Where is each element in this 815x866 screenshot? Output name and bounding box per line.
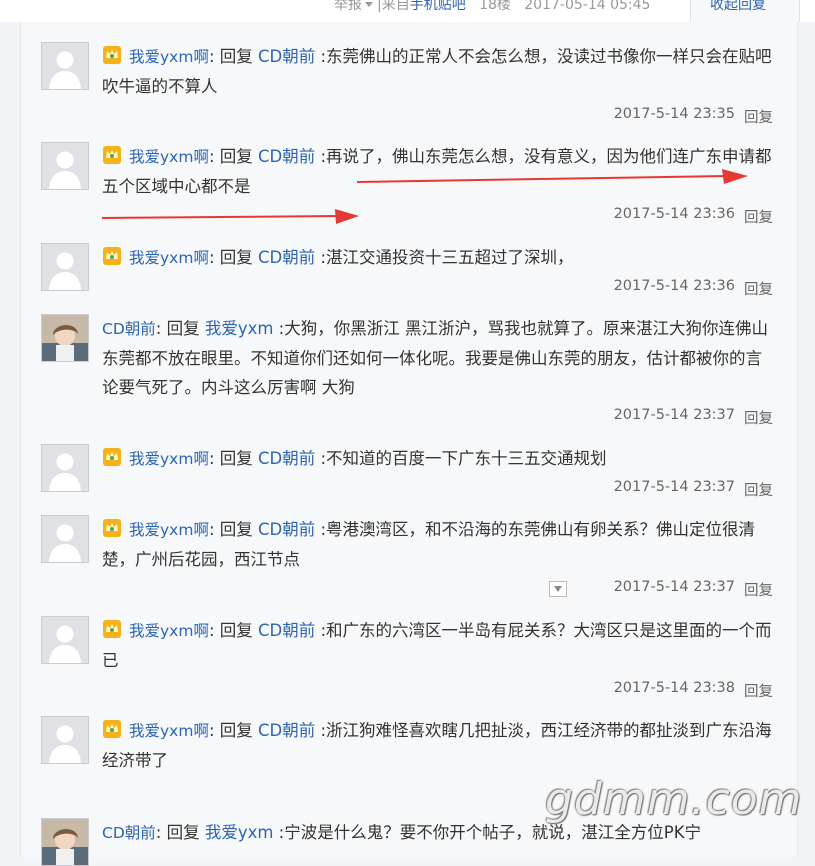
vip-crown-icon	[102, 246, 122, 266]
name-separator: :	[208, 147, 220, 166]
reply-time: 2017-5-14 23:35	[613, 106, 735, 122]
reply-time: 2017-5-14 23:37	[613, 479, 735, 495]
reply-target-username[interactable]: CD朝前	[258, 520, 315, 539]
reply-button[interactable]: 回复	[744, 206, 773, 227]
reply-word: 回复	[219, 621, 259, 640]
reply-word: 回复	[219, 248, 259, 267]
vip-crown-icon	[102, 145, 122, 165]
reply-target-username[interactable]: 我爱yxm	[205, 319, 274, 338]
reply-word: 回复	[219, 147, 259, 166]
reply-target-username[interactable]: CD朝前	[258, 449, 315, 468]
reply-username[interactable]: 我爱yxm啊	[129, 622, 209, 640]
reply-content: 我爱yxm啊: 回复 CD朝前 :不知道的百度一下广东十三五交通规划	[102, 444, 774, 474]
vip-crown-icon	[102, 447, 122, 467]
name-separator: :	[208, 449, 220, 468]
user-avatar[interactable]	[41, 515, 89, 563]
vip-crown-icon	[102, 45, 122, 65]
collapse-replies-button[interactable]: 收起回复	[690, 0, 800, 22]
reply-content: CD朝前: 回复 我爱yxm :大狗，你黑浙江 黑江浙沪，骂我也就算了。原来湛江…	[102, 314, 774, 402]
site-watermark: gdmm.com	[545, 774, 803, 825]
user-avatar[interactable]	[41, 616, 89, 664]
reply-button[interactable]: 回复	[744, 278, 773, 299]
reply-target-username[interactable]: CD朝前	[258, 621, 315, 640]
vip-crown-icon	[102, 518, 122, 538]
reply-word: 回复	[166, 823, 205, 842]
reply-word: 回复	[219, 721, 259, 740]
user-avatar[interactable]	[41, 818, 89, 866]
reply-username[interactable]: 我爱yxm啊	[129, 521, 209, 539]
reply-text: :湛江交通投资十三五超过了深圳，	[315, 248, 574, 267]
reply-button[interactable]: 回复	[744, 407, 773, 428]
reply-footer: 2017-5-14 23:37 回复	[21, 407, 797, 427]
chevron-down-icon[interactable]	[549, 581, 567, 597]
reply-time: 2017-5-14 23:37	[613, 579, 735, 595]
reply-target-username[interactable]: 我爱yxm	[205, 823, 274, 842]
reply-word: 回复	[219, 47, 259, 66]
user-avatar[interactable]	[41, 142, 89, 190]
reply-content: 我爱yxm啊: 回复 CD朝前 :粤港澳湾区，和不沿海的东莞佛山有卵关系？佛山定…	[102, 515, 774, 574]
reply-text: :不知道的百度一下广东十三五交通规划	[315, 449, 607, 468]
reply-time: 2017-5-14 23:37	[613, 407, 735, 423]
reply-word: 回复	[219, 520, 259, 539]
reply-button[interactable]: 回复	[744, 680, 773, 701]
reply-username[interactable]: CD朝前	[102, 320, 156, 338]
reply-target-username[interactable]: CD朝前	[258, 47, 315, 66]
reply-footer: 2017-5-14 23:37 回复	[21, 579, 797, 599]
reply-time: 2017-5-14 23:38	[613, 680, 735, 696]
reply-footer: 2017-5-14 23:37 回复	[21, 479, 797, 499]
source-link[interactable]: 手机贴吧	[410, 0, 466, 13]
reply-target-username[interactable]: CD朝前	[258, 721, 315, 740]
name-separator: :	[208, 47, 220, 66]
reply-username[interactable]: CD朝前	[102, 824, 156, 842]
post-meta-bar: 举报 |来自手机贴吧 18楼 2017-05-14 05:45 收起回复	[0, 0, 815, 22]
reply-footer: 2017-5-14 23:35 回复	[21, 106, 797, 126]
post-datetime: 2017-05-14 05:45	[524, 0, 651, 13]
vip-crown-icon	[102, 719, 122, 739]
name-separator: :	[155, 319, 167, 338]
reply-content: 我爱yxm啊: 回复 CD朝前 :浙江狗难怪喜欢瞎几把扯淡，西江经济带的都扯淡到…	[102, 716, 774, 775]
reply-button[interactable]: 回复	[744, 479, 773, 500]
reply-word: 回复	[219, 449, 259, 468]
report-dropdown-icon[interactable]	[365, 1, 373, 7]
reply-username[interactable]: 我爱yxm啊	[129, 450, 209, 468]
reply-target-username[interactable]: CD朝前	[258, 248, 315, 267]
name-separator: :	[208, 520, 220, 539]
reply-time: 2017-5-14 23:36	[613, 278, 735, 294]
reply-footer: 2017-5-14 23:36 回复	[21, 206, 797, 226]
source-prefix: |来自	[377, 0, 410, 13]
reply-word: 回复	[166, 319, 205, 338]
vip-crown-icon	[102, 619, 122, 639]
collapse-replies-label: 收起回复	[710, 0, 766, 13]
reply-footer: 2017-5-14 23:36 回复	[21, 278, 797, 298]
user-avatar[interactable]	[41, 716, 89, 764]
reply-target-username[interactable]: CD朝前	[258, 147, 315, 166]
reply-text: :宁波是什么鬼？要不你开个帖子，就说，湛江全方位PK宁	[273, 823, 702, 842]
reply-content: 我爱yxm啊: 回复 CD朝前 :再说了，佛山东莞怎么想，没有意义，因为他们连广…	[102, 142, 774, 201]
floor-number: 18楼	[479, 0, 511, 13]
name-separator: :	[208, 621, 220, 640]
name-separator: :	[208, 721, 220, 740]
name-separator: :	[155, 823, 167, 842]
report-link[interactable]: 举报	[334, 0, 362, 13]
reply-username[interactable]: 我爱yxm啊	[129, 48, 209, 66]
reply-username[interactable]: 我爱yxm啊	[129, 148, 209, 166]
reply-footer: 2017-5-14 23:38 回复	[21, 680, 797, 700]
reply-time: 2017-5-14 23:36	[613, 206, 735, 222]
reply-content: 我爱yxm啊: 回复 CD朝前 :湛江交通投资十三五超过了深圳，	[102, 243, 774, 273]
reply-button[interactable]: 回复	[744, 106, 773, 127]
reply-username[interactable]: 我爱yxm啊	[129, 249, 209, 267]
reply-panel: 我爱yxm啊: 回复 CD朝前 :东莞佛山的正常人不会怎么想，没读过书像你一样只…	[20, 22, 798, 866]
reply-content: 我爱yxm啊: 回复 CD朝前 :东莞佛山的正常人不会怎么想，没读过书像你一样只…	[102, 42, 774, 101]
reply-username[interactable]: 我爱yxm啊	[129, 722, 209, 740]
name-separator: :	[208, 248, 220, 267]
reply-content: 我爱yxm啊: 回复 CD朝前 :和广东的六湾区一半岛有屁关系？大湾区只是这里面…	[102, 616, 774, 675]
reply-button[interactable]: 回复	[744, 579, 773, 600]
user-avatar[interactable]	[41, 42, 89, 90]
post-meta: 举报 |来自手机贴吧 18楼 2017-05-14 05:45	[334, 0, 650, 14]
user-avatar[interactable]	[41, 314, 89, 362]
